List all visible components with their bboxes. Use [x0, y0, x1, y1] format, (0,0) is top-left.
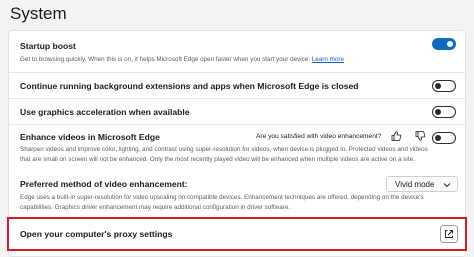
thumbs-up-icon[interactable]	[390, 130, 402, 142]
enhancement-method-description-line-1: Edge uses a built-in super-resolution fo…	[20, 194, 424, 201]
toggle-knob	[447, 41, 453, 47]
divider	[8, 72, 466, 73]
startup-boost-description: Get to browsing quickly. When this is on…	[20, 55, 344, 65]
proxy-settings-open-button[interactable]	[440, 225, 458, 243]
enhance-videos-description-line-1: Sharpen videos and improve color, lighti…	[20, 146, 428, 153]
enhancement-method-description-line-2: capabilities. Graphics driver enhancemen…	[20, 204, 291, 211]
divider	[8, 124, 466, 125]
toggle-knob	[435, 109, 441, 115]
enhancement-method-title: Preferred method of video enhancement:	[20, 179, 188, 189]
open-external-icon	[445, 230, 453, 238]
learn-more-link[interactable]: Learn more	[312, 56, 344, 63]
startup-boost-title: Startup boost	[20, 41, 76, 51]
toggle-knob	[435, 135, 441, 141]
proxy-settings-title: Open your computer's proxy settings	[20, 229, 173, 239]
chevron-down-icon	[443, 183, 451, 188]
graphics-acceleration-toggle[interactable]	[432, 106, 456, 118]
divider	[8, 98, 466, 99]
enhancement-method-select[interactable]: Vivid mode	[386, 176, 458, 192]
enhance-videos-description-line-2: that are small on screen will not be enh…	[20, 156, 415, 163]
enhance-videos-toggle[interactable]	[432, 132, 456, 144]
startup-boost-toggle[interactable]	[432, 38, 456, 50]
startup-boost-description-text: Get to browsing quickly. When this is on…	[20, 56, 311, 63]
enhance-videos-title: Enhance videos in Microsoft Edge	[20, 132, 160, 142]
background-apps-title: Continue running background extensions a…	[20, 81, 359, 91]
feedback-question: Are you satisfied with video enhancement…	[256, 133, 382, 140]
page-title: System	[10, 4, 67, 23]
toggle-knob	[435, 83, 441, 89]
thumbs-down-icon[interactable]	[414, 130, 426, 142]
background-apps-toggle[interactable]	[432, 80, 456, 92]
enhancement-method-value: Vivid mode	[395, 180, 435, 189]
graphics-acceleration-title: Use graphics acceleration when available	[20, 107, 190, 117]
